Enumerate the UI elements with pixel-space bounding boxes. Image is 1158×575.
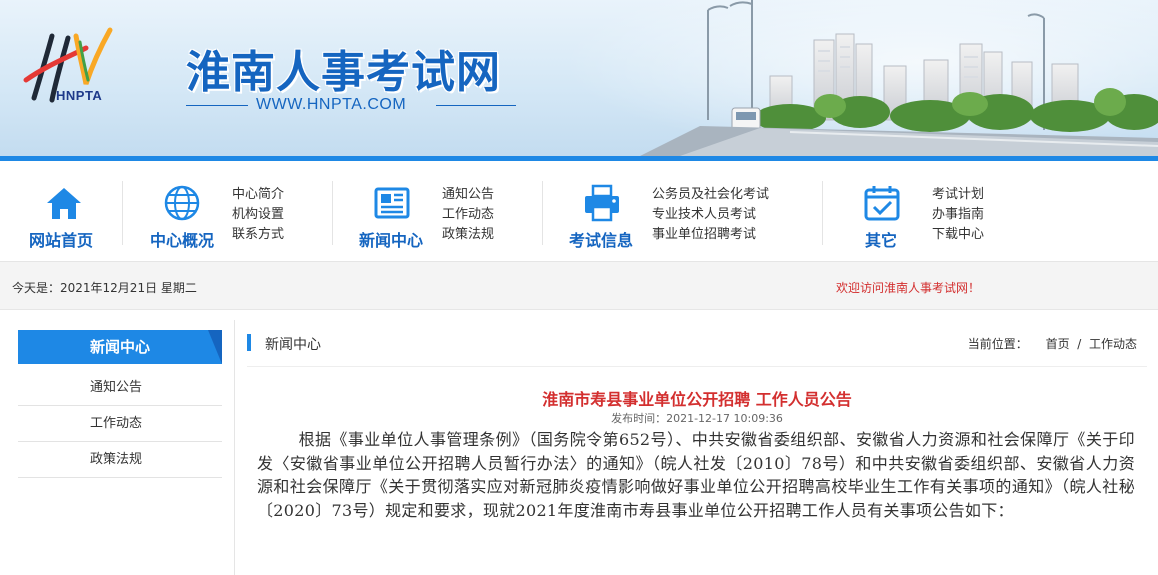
- home-icon: [47, 188, 81, 219]
- nav-separator: [822, 181, 823, 245]
- main-content: 新闻中心 当前位置： 首页 / 工作动态 淮南市寿县事业单位公开招聘 工作人员公…: [234, 320, 1158, 575]
- nav-exam-label[interactable]: 考试信息: [569, 227, 633, 251]
- article-publish-time: 发布时间：2021-12-17 10:09:36: [611, 412, 783, 425]
- printer-icon: [585, 184, 619, 222]
- current-date: 今天是：2021年12月21日 星期二: [12, 281, 197, 295]
- nav-about[interactable]: 中心概况 中心简介 机构设置 联系方式: [140, 179, 330, 251]
- nav-link-exam-plan[interactable]: 考试计划: [932, 185, 984, 205]
- nav-link-notices[interactable]: 通知公告: [442, 185, 494, 205]
- nav-link-service-guide[interactable]: 办事指南: [932, 205, 984, 225]
- sidebar: 新闻中心 通知公告 工作动态 政策法规: [18, 330, 222, 478]
- welcome-message: 欢迎访问淮南人事考试网！: [835, 281, 980, 295]
- article-body: 根据《事业单位人事管理条例》（国务院令第652号）、中共安徽省委组织部、安徽省人…: [257, 430, 1135, 520]
- nav-link-downloads[interactable]: 下载中心: [932, 225, 984, 245]
- sidebar-item-notices[interactable]: 通知公告: [18, 370, 222, 406]
- globe-icon: [164, 185, 200, 221]
- nav-news-label[interactable]: 新闻中心: [359, 227, 423, 251]
- nav-news-links: 通知公告 工作动态 政策法规: [442, 185, 494, 245]
- main-navigation: 网站首页 中心概况 中心简介 机构设置 联系方式 新闻中心 通知公告 工作动态 …: [0, 161, 1158, 262]
- url-line-left: [186, 105, 248, 106]
- logo-abbreviation: HNPTA: [56, 88, 103, 103]
- breadcrumb: 当前位置： 首页 / 工作动态: [968, 335, 1137, 352]
- nav-about-label[interactable]: 中心概况: [150, 227, 214, 251]
- section-divider: [247, 366, 1147, 367]
- nav-link-work-news[interactable]: 工作动态: [442, 205, 494, 225]
- breadcrumb-home-link[interactable]: 首页: [1046, 335, 1070, 352]
- url-line-right: [436, 105, 516, 106]
- article-title: 淮南市寿县事业单位公开招聘 工作人员公告: [542, 390, 852, 409]
- nav-link-contact[interactable]: 联系方式: [232, 225, 284, 245]
- nav-other[interactable]: 其它 考试计划 办事指南 下载中心: [840, 179, 1040, 251]
- nav-link-policies[interactable]: 政策法规: [442, 225, 494, 245]
- nav-news[interactable]: 新闻中心 通知公告 工作动态 政策法规: [350, 179, 540, 251]
- date-bar: 今天是：2021年12月21日 星期二 欢迎访问淮南人事考试网！: [0, 262, 1158, 310]
- nav-other-links: 考试计划 办事指南 下载中心: [932, 185, 984, 245]
- breadcrumb-current-link[interactable]: 工作动态: [1089, 335, 1137, 352]
- nav-other-label[interactable]: 其它: [865, 227, 897, 251]
- section-title: 新闻中心: [265, 337, 321, 353]
- breadcrumb-separator: /: [1073, 337, 1086, 351]
- sidebar-item-policies[interactable]: 政策法规: [18, 442, 222, 478]
- nav-link-intro[interactable]: 中心简介: [232, 185, 284, 205]
- city-skyline-illustration: [640, 0, 1158, 156]
- site-banner: HNPTA 淮南人事考试网 WWW.HNPTA.COM: [0, 0, 1158, 156]
- nav-exam-links: 公务员及社会化考试 专业技术人员考试 事业单位招聘考试: [652, 185, 769, 245]
- nav-link-professional-exam[interactable]: 专业技术人员考试: [652, 205, 769, 225]
- breadcrumb-prefix: 当前位置：: [967, 337, 1028, 351]
- site-title[interactable]: 淮南人事考试网: [186, 36, 501, 100]
- nav-separator: [332, 181, 333, 245]
- sidebar-item-work-news[interactable]: 工作动态: [18, 406, 222, 442]
- nav-exam[interactable]: 考试信息 公务员及社会化考试 专业技术人员考试 事业单位招聘考试: [560, 179, 810, 251]
- nav-home-label[interactable]: 网站首页: [29, 227, 93, 251]
- newspaper-icon: [374, 187, 410, 219]
- nav-about-links: 中心简介 机构设置 联系方式: [232, 185, 284, 245]
- nav-separator: [122, 181, 123, 245]
- nav-home[interactable]: 网站首页: [22, 179, 112, 251]
- nav-separator: [542, 181, 543, 245]
- nav-link-civil-service-exam[interactable]: 公务员及社会化考试: [652, 185, 769, 205]
- sidebar-title: 新闻中心: [18, 330, 222, 364]
- calendar-check-icon: [864, 186, 900, 221]
- site-url-row: WWW.HNPTA.COM: [186, 96, 516, 116]
- section-header: 新闻中心 当前位置： 首页 / 工作动态: [247, 330, 1147, 356]
- nav-link-structure[interactable]: 机构设置: [232, 205, 284, 225]
- nav-link-public-institution-exam[interactable]: 事业单位招聘考试: [652, 225, 769, 245]
- section-marker: [247, 334, 251, 351]
- site-url: WWW.HNPTA.COM: [256, 96, 407, 113]
